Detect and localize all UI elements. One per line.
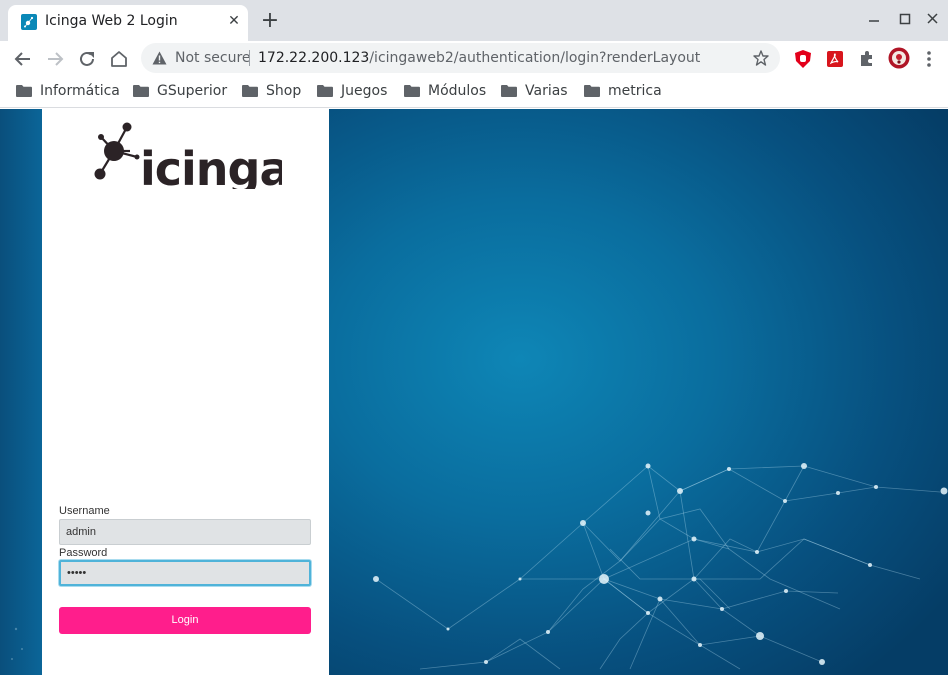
logo-wordmark: icinga — [140, 142, 282, 189]
kebab-menu-icon[interactable] — [922, 49, 936, 69]
folder-icon — [317, 85, 333, 97]
omnibox-separator — [249, 50, 250, 66]
bookmark-star-icon[interactable] — [753, 50, 769, 66]
profile-avatar-icon[interactable] — [888, 47, 910, 69]
folder-icon — [16, 85, 32, 97]
bookmark-label: Módulos — [428, 83, 487, 99]
bookmark-label: GSuperior — [157, 83, 228, 99]
bookmark-folder[interactable]: Juegos — [317, 81, 387, 101]
bookmark-folder[interactable]: metrica — [584, 81, 662, 101]
back-arrow-icon[interactable] — [10, 46, 36, 72]
bookmark-folder[interactable]: Varias — [501, 81, 568, 101]
address-bar[interactable]: Not secure 172.22.200.123/icingaweb2/aut… — [141, 43, 780, 73]
tab-strip: Icinga Web 2 Login ✕ + — [0, 0, 948, 41]
home-icon[interactable] — [106, 46, 132, 72]
ublock-icon[interactable] — [793, 49, 813, 69]
folder-icon — [133, 85, 149, 97]
pdf-icon[interactable] — [825, 49, 845, 69]
icinga-logo: icinga — [94, 122, 282, 189]
bookmark-label: Informática — [40, 83, 120, 99]
username-label: Username — [59, 505, 110, 517]
bookmark-folder[interactable]: GSuperior — [133, 81, 227, 101]
url-host: 172.22.200.123 — [258, 50, 370, 66]
icinga-favicon-icon — [21, 14, 37, 30]
new-tab-button[interactable]: + — [258, 10, 282, 34]
bookmark-label: Shop — [266, 83, 302, 99]
browser-toolbar: Not secure 172.22.200.123/icingaweb2/aut… — [0, 41, 948, 76]
minimize-icon[interactable] — [860, 8, 888, 32]
tab-title: Icinga Web 2 Login — [45, 13, 178, 29]
bookmark-label: Juegos — [341, 83, 388, 99]
folder-icon — [242, 85, 258, 97]
bookmark-label: metrica — [608, 83, 662, 99]
forward-arrow-icon[interactable] — [42, 46, 68, 72]
password-label: Password — [59, 547, 108, 559]
maximize-icon[interactable] — [891, 8, 919, 32]
url-path: /icingaweb2/authentication/login?renderL… — [369, 50, 701, 66]
tab-close-icon[interactable]: ✕ — [224, 11, 244, 31]
bookmark-folder[interactable]: Módulos — [404, 81, 486, 101]
password-field[interactable]: ••••• — [59, 560, 311, 586]
bookmark-folder[interactable]: Informática — [16, 81, 120, 101]
page-background: icinga Username admin Password ••••• Log… — [0, 109, 948, 675]
browser-tab[interactable]: Icinga Web 2 Login ✕ — [8, 5, 248, 41]
reload-icon[interactable] — [74, 46, 100, 72]
bookmark-label: Varias — [525, 83, 568, 99]
bookmarks-bar: Informática GSuperior Shop Juegos Módulo… — [0, 76, 948, 108]
window-close-icon[interactable] — [919, 8, 947, 32]
login-button[interactable]: Login — [59, 607, 311, 634]
bookmark-folder[interactable]: Shop — [242, 81, 301, 101]
folder-icon — [404, 85, 420, 97]
login-panel: icinga Username admin Password ••••• Log… — [42, 109, 329, 675]
puzzle-icon[interactable] — [857, 49, 877, 69]
url-text[interactable]: 172.22.200.123/icingaweb2/authentication… — [258, 50, 700, 66]
username-field[interactable]: admin — [59, 519, 311, 545]
security-label[interactable]: Not secure — [175, 50, 251, 66]
folder-icon — [584, 85, 600, 97]
warning-icon[interactable] — [152, 51, 167, 65]
folder-icon — [501, 85, 517, 97]
